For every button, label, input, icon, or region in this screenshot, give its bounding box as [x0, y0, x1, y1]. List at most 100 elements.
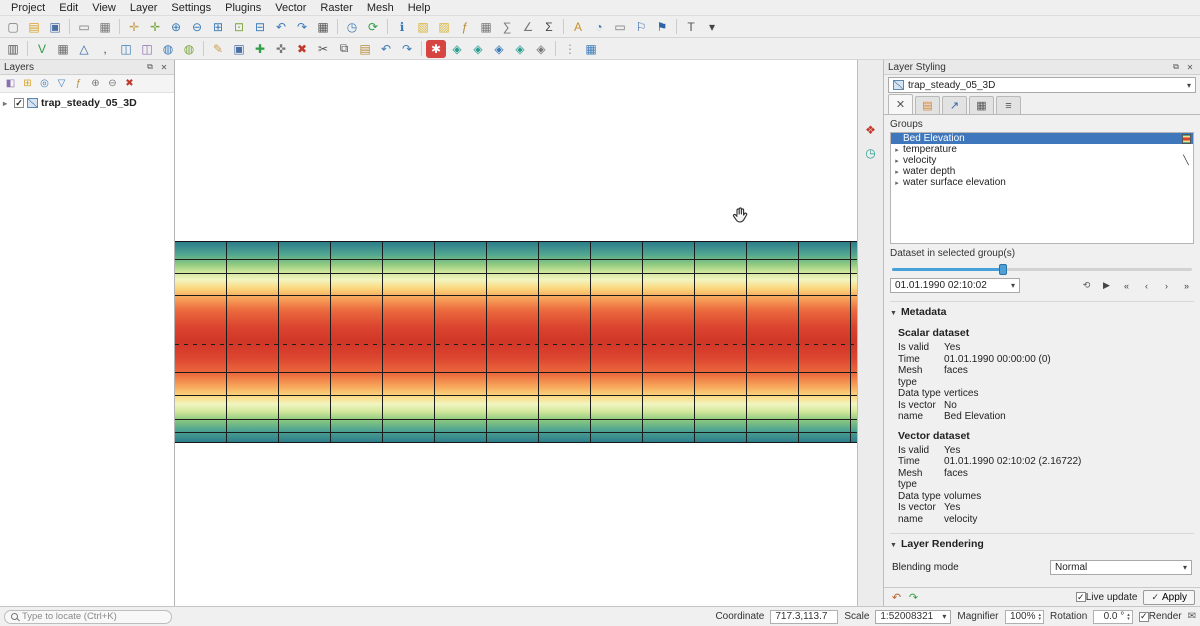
- metadata-section-header[interactable]: Metadata: [890, 301, 1194, 318]
- new-project-icon[interactable]: ▢: [3, 18, 23, 36]
- averaging-tab[interactable]: ≡: [996, 96, 1021, 114]
- processing-toolbox-icon[interactable]: ▦: [581, 40, 601, 58]
- first-frame-icon[interactable]: «: [1119, 279, 1134, 293]
- layer-rendering-section-header[interactable]: Layer Rendering: [890, 533, 1194, 550]
- toggle-editing-icon[interactable]: ✎: [208, 40, 228, 58]
- play-icon[interactable]: ▶: [1099, 279, 1114, 293]
- render-checkbox[interactable]: Render: [1139, 611, 1182, 622]
- menu-vector[interactable]: Vector: [268, 2, 313, 14]
- next-frame-icon[interactable]: ›: [1159, 279, 1174, 293]
- spin-arrows-icon[interactable]: [1127, 613, 1130, 621]
- apply-button[interactable]: Apply: [1143, 590, 1195, 605]
- plugin-grid-icon[interactable]: ◈: [489, 40, 509, 58]
- undo-icon[interactable]: ↶: [376, 40, 396, 58]
- panel-close-icon[interactable]: ✕: [1184, 61, 1196, 73]
- history-side-tab-icon[interactable]: ◷: [862, 145, 880, 161]
- menu-help[interactable]: Help: [401, 2, 438, 14]
- scale-combo[interactable]: 1:52008321: [875, 610, 951, 624]
- new-print-layout-icon[interactable]: ▭: [74, 18, 94, 36]
- collapse-all-icon[interactable]: ⊖: [104, 76, 121, 92]
- drag-handle-icon[interactable]: ⋮: [560, 40, 580, 58]
- filter-legend-icon[interactable]: ▽: [53, 76, 70, 92]
- new-3d-map-view-icon[interactable]: ▦: [313, 18, 333, 36]
- map-tips-icon[interactable]: ▭: [610, 18, 630, 36]
- coordinate-input[interactable]: 717.3,113.7: [770, 610, 838, 624]
- group-row[interactable]: Bed Elevation: [891, 133, 1193, 144]
- show-bookmarks-icon[interactable]: ⚑: [652, 18, 672, 36]
- add-group-icon[interactable]: ⊞: [19, 76, 36, 92]
- select-features-icon[interactable]: ▧: [413, 18, 433, 36]
- copy-features-icon[interactable]: ⧉: [334, 40, 354, 58]
- group-row[interactable]: ▸velocity╲: [891, 155, 1193, 166]
- zoom-to-selection-icon[interactable]: ⊡: [229, 18, 249, 36]
- menu-mesh[interactable]: Mesh: [360, 2, 401, 14]
- expand-arrow-icon[interactable]: ▸: [893, 179, 901, 187]
- zoom-to-layer-icon[interactable]: ⊟: [250, 18, 270, 36]
- cut-features-icon[interactable]: ✂: [313, 40, 333, 58]
- zoom-in-icon[interactable]: ⊕: [166, 18, 186, 36]
- layer-visibility-checkbox[interactable]: [14, 98, 24, 108]
- new-bookmark-icon[interactable]: ⚐: [631, 18, 651, 36]
- redo-icon[interactable]: ↷: [397, 40, 417, 58]
- map-canvas[interactable]: [175, 60, 857, 606]
- layer-diagram-icon[interactable]: ◔: [589, 18, 609, 36]
- plugin-layers-icon[interactable]: ◈: [447, 40, 467, 58]
- dataset-slider[interactable]: [892, 263, 1192, 275]
- expand-arrow-icon[interactable]: ▸: [893, 157, 901, 165]
- field-calculator-icon[interactable]: ∑: [497, 18, 517, 36]
- add-wfs-layer-icon[interactable]: ◍: [179, 40, 199, 58]
- spin-arrows-icon[interactable]: [1039, 613, 1042, 621]
- panel-close-icon[interactable]: ✕: [158, 61, 170, 73]
- menu-raster[interactable]: Raster: [313, 2, 359, 14]
- remove-layer-icon[interactable]: ✖: [121, 76, 138, 92]
- temporal-controller-icon[interactable]: ◷: [342, 18, 362, 36]
- zoom-next-icon[interactable]: ↷: [292, 18, 312, 36]
- messages-icon[interactable]: ✉: [1188, 611, 1196, 622]
- style-redo-icon[interactable]: ↷: [906, 590, 921, 604]
- statistical-summary-icon[interactable]: Σ: [539, 18, 559, 36]
- expand-arrow-icon[interactable]: ▸: [3, 99, 11, 108]
- add-mesh-layer-icon[interactable]: △: [74, 40, 94, 58]
- delete-selected-icon[interactable]: ✖: [292, 40, 312, 58]
- pan-to-selection-icon[interactable]: ✛: [145, 18, 165, 36]
- menu-plugins[interactable]: Plugins: [218, 2, 268, 14]
- dataset-slider-handle[interactable]: [999, 264, 1007, 275]
- text-annotation-icon[interactable]: T: [681, 18, 701, 36]
- symbology-tab[interactable]: ✕: [888, 94, 913, 114]
- plugin-db-icon[interactable]: ◈: [468, 40, 488, 58]
- panel-float-icon[interactable]: ⧉: [144, 61, 156, 73]
- expand-arrow-icon[interactable]: ▸: [893, 168, 901, 176]
- vector-arrow-icon[interactable]: ╲: [1181, 155, 1191, 166]
- style-undo-icon[interactable]: ↶: [889, 590, 904, 604]
- menu-settings[interactable]: Settings: [164, 2, 218, 14]
- vectors-tab[interactable]: ↗: [942, 96, 967, 114]
- time-combo[interactable]: 01.01.1990 02:10:02: [890, 278, 1020, 293]
- menu-layer[interactable]: Layer: [123, 2, 165, 14]
- measure-line-icon[interactable]: ∠: [518, 18, 538, 36]
- open-attribute-table-icon[interactable]: ▦: [476, 18, 496, 36]
- paste-features-icon[interactable]: ▤: [355, 40, 375, 58]
- filter-by-expression-icon[interactable]: ƒ: [70, 76, 87, 92]
- menu-project[interactable]: Project: [4, 2, 52, 14]
- rotation-spinbox[interactable]: 0.0 °: [1093, 610, 1133, 624]
- previous-frame-icon[interactable]: ‹: [1139, 279, 1154, 293]
- layer-labeling-icon[interactable]: A: [568, 18, 588, 36]
- vertex-tool-icon[interactable]: ✜: [271, 40, 291, 58]
- add-feature-icon[interactable]: ✚: [250, 40, 270, 58]
- live-update-checkbox[interactable]: Live update: [1076, 592, 1138, 603]
- refresh-map-icon[interactable]: ⟳: [363, 18, 383, 36]
- layer-tree-item[interactable]: ▸ trap_steady_05_3D: [3, 97, 171, 109]
- expand-arrow-icon[interactable]: ▸: [893, 146, 901, 154]
- menu-view[interactable]: View: [85, 2, 123, 14]
- deselect-features-icon[interactable]: ▨: [434, 18, 454, 36]
- locate-search-input[interactable]: Type to locate (Ctrl+K): [4, 610, 172, 624]
- group-row[interactable]: ▸temperature: [891, 144, 1193, 155]
- layout-manager-icon[interactable]: ▦: [95, 18, 115, 36]
- menu-edit[interactable]: Edit: [52, 2, 85, 14]
- zoom-last-icon[interactable]: ↶: [271, 18, 291, 36]
- data-source-manager-icon[interactable]: ▥: [3, 40, 23, 58]
- zoom-out-icon[interactable]: ⊖: [187, 18, 207, 36]
- osm-place-search-icon[interactable]: ✱: [426, 40, 446, 58]
- symbology-side-tab-icon[interactable]: ❖: [862, 122, 880, 138]
- add-postgis-layer-icon[interactable]: ◫: [116, 40, 136, 58]
